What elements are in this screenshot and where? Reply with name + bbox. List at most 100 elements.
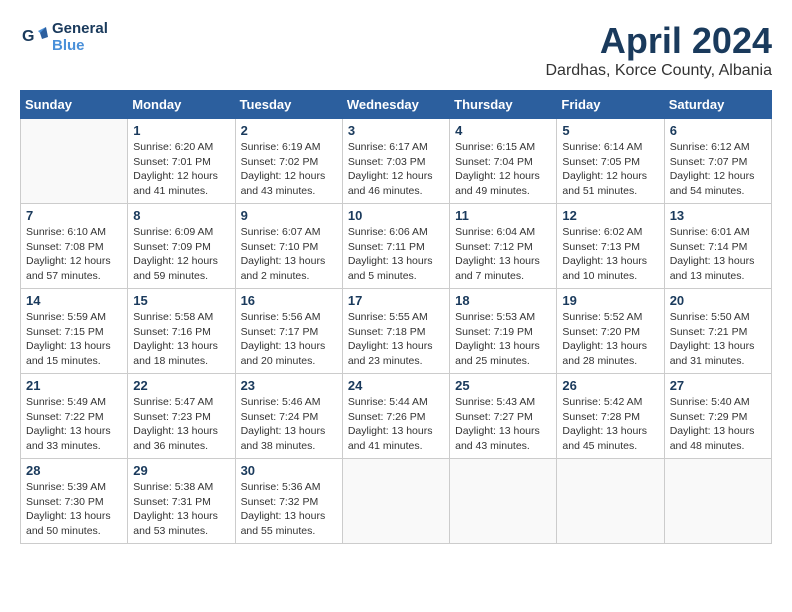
day-info: Sunrise: 5:53 AM Sunset: 7:19 PM Dayligh… [455, 310, 551, 369]
day-number: 2 [241, 123, 337, 138]
calendar-cell: 16Sunrise: 5:56 AM Sunset: 7:17 PM Dayli… [235, 289, 342, 374]
calendar-cell: 6 Sunrise: 6:12 AM Sunset: 7:07 PM Daylig… [664, 119, 771, 204]
calendar-cell: 24 Sunrise: 5:44 AM Sunset: 7:26 PM Dayli… [342, 374, 449, 459]
calendar-cell [21, 119, 128, 204]
day-number: 29 [133, 463, 229, 478]
calendar-cell: 3 Sunrise: 6:17 AM Sunset: 7:03 PM Daylig… [342, 119, 449, 204]
calendar-cell: 13 Sunrise: 6:01 AM Sunset: 7:14 PM Dayli… [664, 204, 771, 289]
day-info: Sunrise: 5:38 AM Sunset: 7:31 PM Dayligh… [133, 480, 229, 539]
day-number: 12 [562, 208, 658, 223]
day-info: Sunrise: 5:44 AM Sunset: 7:26 PM Dayligh… [348, 395, 444, 454]
calendar-cell: 30 Sunrise: 5:36 AM Sunset: 7:32 PM Dayli… [235, 459, 342, 544]
day-info: Sunrise: 6:01 AM Sunset: 7:14 PM Dayligh… [670, 225, 766, 284]
calendar-cell: 28 Sunrise: 5:39 AM Sunset: 7:30 PM Dayli… [21, 459, 128, 544]
day-info: Sunrise: 5:56 AM Sunset: 7:17 PM Dayligh… [241, 310, 337, 369]
day-number: 20 [670, 293, 766, 308]
calendar-cell: 9Sunrise: 6:07 AM Sunset: 7:10 PM Daylig… [235, 204, 342, 289]
day-number: 23 [241, 378, 337, 393]
day-number: 25 [455, 378, 551, 393]
day-info: Sunrise: 6:14 AM Sunset: 7:05 PM Dayligh… [562, 140, 658, 199]
logo-text: General Blue [52, 20, 108, 54]
day-info: Sunrise: 5:46 AM Sunset: 7:24 PM Dayligh… [241, 395, 337, 454]
day-info: Sunrise: 5:36 AM Sunset: 7:32 PM Dayligh… [241, 480, 337, 539]
day-info: Sunrise: 6:19 AM Sunset: 7:02 PM Dayligh… [241, 140, 337, 199]
day-info: Sunrise: 5:39 AM Sunset: 7:30 PM Dayligh… [26, 480, 122, 539]
day-number: 14 [26, 293, 122, 308]
day-number: 3 [348, 123, 444, 138]
day-info: Sunrise: 6:12 AM Sunset: 7:07 PM Dayligh… [670, 140, 766, 199]
day-number: 4 [455, 123, 551, 138]
calendar-cell: 22 Sunrise: 5:47 AM Sunset: 7:23 PM Dayli… [128, 374, 235, 459]
logo: G General Blue [20, 20, 108, 54]
day-info: Sunrise: 6:20 AM Sunset: 7:01 PM Dayligh… [133, 140, 229, 199]
day-number: 30 [241, 463, 337, 478]
day-number: 11 [455, 208, 551, 223]
day-number: 22 [133, 378, 229, 393]
day-info: Sunrise: 5:55 AM Sunset: 7:18 PM Dayligh… [348, 310, 444, 369]
day-number: 26 [562, 378, 658, 393]
day-info: Sunrise: 5:43 AM Sunset: 7:27 PM Dayligh… [455, 395, 551, 454]
calendar-cell: 18 Sunrise: 5:53 AM Sunset: 7:19 PM Dayli… [450, 289, 557, 374]
day-number: 5 [562, 123, 658, 138]
calendar-cell [664, 459, 771, 544]
day-info: Sunrise: 6:09 AM Sunset: 7:09 PM Dayligh… [133, 225, 229, 284]
day-info: Sunrise: 6:04 AM Sunset: 7:12 PM Dayligh… [455, 225, 551, 284]
location-title: Dardhas, Korce County, Albania [546, 62, 773, 80]
calendar-cell: 19Sunrise: 5:52 AM Sunset: 7:20 PM Dayli… [557, 289, 664, 374]
calendar-cell: 12Sunrise: 6:02 AM Sunset: 7:13 PM Dayli… [557, 204, 664, 289]
month-title: April 2024 [546, 20, 773, 62]
weekday-header: Sunday [21, 91, 128, 119]
weekday-header: Wednesday [342, 91, 449, 119]
calendar-cell [450, 459, 557, 544]
day-number: 15 [133, 293, 229, 308]
day-info: Sunrise: 5:49 AM Sunset: 7:22 PM Dayligh… [26, 395, 122, 454]
calendar-cell [342, 459, 449, 544]
weekday-header: Thursday [450, 91, 557, 119]
calendar-cell: 7Sunrise: 6:10 AM Sunset: 7:08 PM Daylig… [21, 204, 128, 289]
week-row: 14 Sunrise: 5:59 AM Sunset: 7:15 PM Dayli… [21, 289, 772, 374]
week-row: 1 Sunrise: 6:20 AM Sunset: 7:01 PM Daylig… [21, 119, 772, 204]
calendar-cell: 29 Sunrise: 5:38 AM Sunset: 7:31 PM Dayli… [128, 459, 235, 544]
calendar-cell: 10Sunrise: 6:06 AM Sunset: 7:11 PM Dayli… [342, 204, 449, 289]
weekday-header: Friday [557, 91, 664, 119]
calendar-cell: 21Sunrise: 5:49 AM Sunset: 7:22 PM Dayli… [21, 374, 128, 459]
title-area: April 2024 Dardhas, Korce County, Albani… [546, 20, 773, 80]
day-number: 9 [241, 208, 337, 223]
page-header: G General Blue April 2024 Dardhas, Korce… [20, 20, 772, 80]
day-info: Sunrise: 5:58 AM Sunset: 7:16 PM Dayligh… [133, 310, 229, 369]
calendar-cell: 8Sunrise: 6:09 AM Sunset: 7:09 PM Daylig… [128, 204, 235, 289]
week-row: 7Sunrise: 6:10 AM Sunset: 7:08 PM Daylig… [21, 204, 772, 289]
calendar-cell: 20 Sunrise: 5:50 AM Sunset: 7:21 PM Dayli… [664, 289, 771, 374]
calendar-header-row: SundayMondayTuesdayWednesdayThursdayFrid… [21, 91, 772, 119]
weekday-header: Monday [128, 91, 235, 119]
day-number: 27 [670, 378, 766, 393]
day-number: 28 [26, 463, 122, 478]
day-number: 19 [562, 293, 658, 308]
day-number: 1 [133, 123, 229, 138]
logo-icon: G [20, 23, 48, 51]
day-number: 18 [455, 293, 551, 308]
day-number: 6 [670, 123, 766, 138]
calendar-table: SundayMondayTuesdayWednesdayThursdayFrid… [20, 90, 772, 544]
week-row: 21Sunrise: 5:49 AM Sunset: 7:22 PM Dayli… [21, 374, 772, 459]
day-info: Sunrise: 6:17 AM Sunset: 7:03 PM Dayligh… [348, 140, 444, 199]
calendar-cell: 4 Sunrise: 6:15 AM Sunset: 7:04 PM Daylig… [450, 119, 557, 204]
week-row: 28 Sunrise: 5:39 AM Sunset: 7:30 PM Dayli… [21, 459, 772, 544]
calendar-cell: 27Sunrise: 5:40 AM Sunset: 7:29 PM Dayli… [664, 374, 771, 459]
day-info: Sunrise: 5:50 AM Sunset: 7:21 PM Dayligh… [670, 310, 766, 369]
weekday-header: Saturday [664, 91, 771, 119]
day-number: 7 [26, 208, 122, 223]
calendar-cell: 1 Sunrise: 6:20 AM Sunset: 7:01 PM Daylig… [128, 119, 235, 204]
day-info: Sunrise: 6:15 AM Sunset: 7:04 PM Dayligh… [455, 140, 551, 199]
calendar-cell: 17 Sunrise: 5:55 AM Sunset: 7:18 PM Dayli… [342, 289, 449, 374]
day-number: 24 [348, 378, 444, 393]
day-info: Sunrise: 5:59 AM Sunset: 7:15 PM Dayligh… [26, 310, 122, 369]
day-number: 17 [348, 293, 444, 308]
calendar-cell [557, 459, 664, 544]
day-info: Sunrise: 5:42 AM Sunset: 7:28 PM Dayligh… [562, 395, 658, 454]
weekday-header: Tuesday [235, 91, 342, 119]
calendar-cell: 11 Sunrise: 6:04 AM Sunset: 7:12 PM Dayli… [450, 204, 557, 289]
calendar-cell: 2 Sunrise: 6:19 AM Sunset: 7:02 PM Daylig… [235, 119, 342, 204]
day-info: Sunrise: 5:47 AM Sunset: 7:23 PM Dayligh… [133, 395, 229, 454]
day-number: 13 [670, 208, 766, 223]
